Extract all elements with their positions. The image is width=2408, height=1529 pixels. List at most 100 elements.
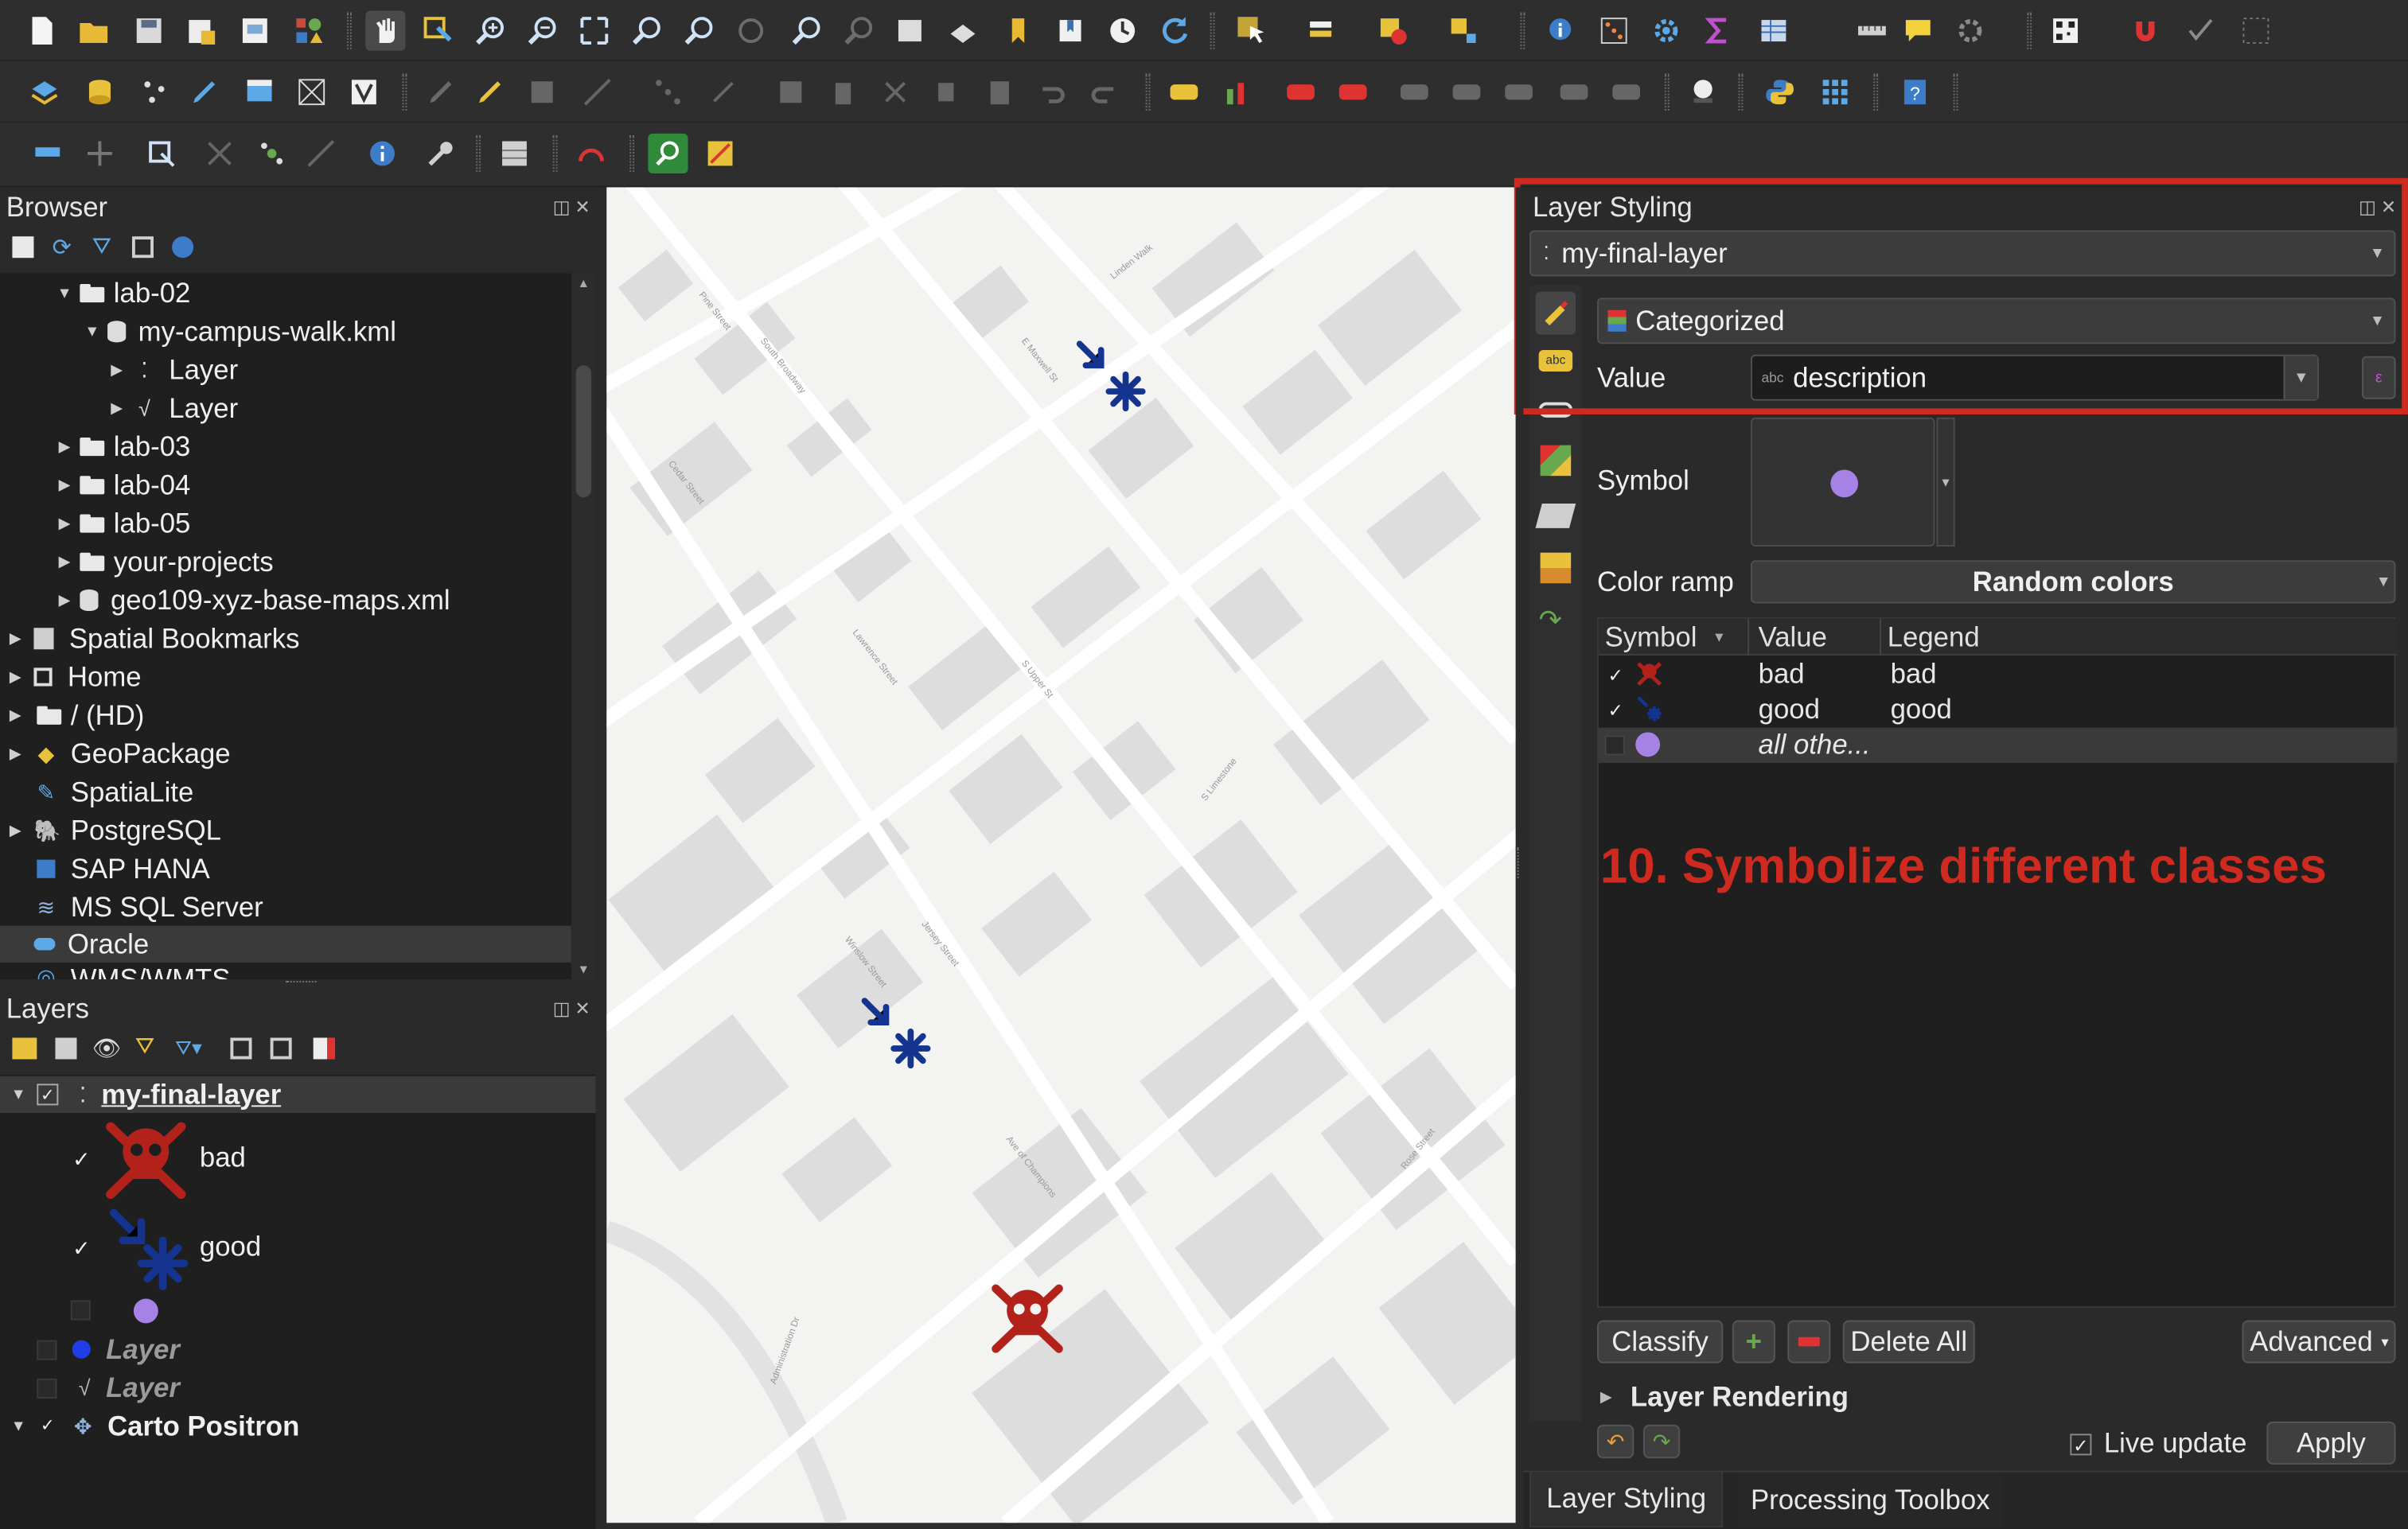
list-item[interactable]: ▶ lab-03 — [55, 428, 191, 465]
visibility-eye-icon[interactable]: 👁 — [92, 1035, 122, 1063]
vertical-splitter[interactable] — [1515, 187, 1524, 1529]
new-bookmark-icon[interactable] — [998, 11, 1038, 51]
delete-selected-icon[interactable] — [823, 72, 863, 112]
undo-icon[interactable] — [1032, 72, 1072, 112]
good-marker-icon[interactable] — [859, 994, 935, 1071]
browser-dock-buttons[interactable]: ◫✕ — [553, 196, 595, 218]
diagrams-tab-icon[interactable] — [1535, 503, 1576, 528]
filter-legend-icon[interactable]: ⛛ — [135, 1033, 154, 1060]
undo-history-tab-icon[interactable]: ↷ — [1539, 605, 1562, 637]
info-icon[interactable] — [362, 134, 402, 173]
label-tool-icon[interactable] — [1164, 72, 1204, 112]
layer-row-my-final-layer[interactable]: ▼ ✓ ⁚ my-final-layer — [0, 1076, 596, 1114]
bad-marker-icon[interactable] — [988, 1280, 1067, 1356]
qr-plugin-icon[interactable] — [2045, 11, 2085, 51]
list-item[interactable]: ▶ ◆ GeoPackage — [6, 735, 231, 772]
styling-dock-buttons[interactable]: ◫✕ — [2359, 196, 2401, 218]
list-item[interactable]: ▶ Home — [6, 659, 142, 695]
crosshair-icon[interactable] — [80, 134, 119, 173]
statistics-sum-icon[interactable] — [1698, 11, 1738, 51]
settings-gear-icon[interactable] — [1646, 11, 1686, 51]
list-item[interactable]: ◎ WMS/WMTS — [6, 964, 230, 979]
legend-item-all-other[interactable] — [0, 1293, 596, 1329]
add-database-layer-icon[interactable] — [80, 72, 119, 112]
paste-features-icon[interactable] — [980, 72, 1019, 112]
labels-tab-icon[interactable]: abc — [1538, 349, 1573, 372]
refresh-icon[interactable] — [1155, 11, 1194, 51]
layer-row-point[interactable]: Layer — [37, 1331, 180, 1368]
list-item[interactable]: ≋ MS SQL Server — [6, 889, 263, 925]
vertex-tool-icon[interactable] — [648, 72, 688, 112]
tab-layer-styling[interactable]: Layer Styling — [1529, 1472, 1724, 1528]
list-item[interactable]: ✎ SpatiaLite — [6, 774, 194, 811]
symbology-tab-icon[interactable] — [1535, 291, 1576, 335]
add-point-layer-icon[interactable] — [135, 72, 175, 112]
print-layout-icon[interactable] — [235, 11, 275, 51]
zoom-in-icon[interactable] — [470, 11, 510, 51]
map-canvas[interactable]: Pine Street South Broadway Cedar Street … — [606, 187, 1516, 1523]
layer-visibility-checkbox[interactable]: ✓ — [37, 1084, 59, 1106]
tab-processing-toolbox[interactable]: Processing Toolbox — [1738, 1472, 2003, 1528]
table-row[interactable]: ✓ good good — [1599, 692, 2397, 727]
pan-to-selection-icon[interactable] — [418, 11, 458, 51]
add-mesh-icon[interactable] — [292, 72, 332, 112]
style-manager-icon[interactable] — [289, 11, 329, 51]
list-item[interactable]: ▶ geo109-xyz-base-maps.xml — [55, 582, 450, 618]
move-label-icon[interactable] — [1447, 72, 1486, 112]
history-tab-icon[interactable] — [1540, 552, 1572, 584]
pin-labels-icon[interactable] — [1280, 72, 1320, 112]
class-checkbox[interactable]: ✓ — [71, 1237, 92, 1259]
list-item[interactable]: ▼ my-campus-walk.kml — [83, 313, 396, 350]
zoom-native-icon[interactable] — [731, 11, 771, 51]
annotation-icon[interactable] — [28, 134, 68, 173]
list-item[interactable]: ▶ lab-04 — [55, 467, 191, 504]
layer-visibility-checkbox[interactable] — [37, 1377, 57, 1398]
digitize-check-icon[interactable] — [2180, 11, 2220, 51]
save-as-icon[interactable] — [181, 11, 221, 51]
reshape-icon[interactable] — [301, 134, 341, 173]
good-marker-icon[interactable] — [1073, 338, 1150, 414]
live-update-checkbox[interactable]: ✓ Live update — [2070, 1428, 2246, 1461]
rotate-label-icon[interactable] — [1498, 72, 1538, 112]
redo-icon[interactable] — [1084, 72, 1124, 112]
undo-style-icon[interactable]: ↶ — [1596, 1424, 1635, 1459]
layer-row-line[interactable]: √ Layer — [37, 1369, 180, 1406]
geocoder-plugin-icon[interactable] — [1683, 72, 1723, 112]
measure-line-icon[interactable] — [1852, 11, 1892, 51]
collapse-all-icon[interactable] — [131, 236, 154, 259]
zoom-full-icon[interactable] — [575, 11, 614, 51]
class-checkbox[interactable] — [70, 1300, 91, 1321]
digitize-pen-icon[interactable] — [185, 72, 224, 112]
list-item[interactable]: ▶ ⁚ Layer — [107, 352, 238, 388]
layer-row-carto-positron[interactable]: ▼ ✓ ✥ Carto Positron — [10, 1408, 300, 1445]
layer-style-icon[interactable] — [12, 1037, 37, 1060]
map-tips-icon[interactable] — [1898, 11, 1938, 51]
label-properties-icon[interactable] — [1607, 72, 1646, 112]
list-item[interactable]: ▶ 🐘 PostgreSQL — [6, 812, 221, 849]
redo-style-icon[interactable]: ↷ — [1642, 1424, 1681, 1459]
list-item[interactable]: ▶ Spatial Bookmarks — [6, 621, 300, 657]
new-project-icon[interactable] — [21, 11, 61, 51]
table-row[interactable]: all othe... — [1598, 727, 2398, 764]
browser-scrollbar[interactable]: ▲ ▼ — [571, 273, 596, 980]
delete-all-button[interactable]: Delete All — [1842, 1320, 1975, 1364]
layer-select-dropdown[interactable]: ⁚ my-final-layer ▼ — [1529, 230, 2396, 277]
edit-pencil-disabled-icon[interactable] — [421, 72, 461, 112]
georeference-icon[interactable] — [142, 134, 181, 173]
symbol-button[interactable] — [1750, 417, 1935, 547]
search-plugin-icon[interactable] — [648, 133, 688, 174]
legend-item-bad[interactable]: ✓ bad — [0, 1118, 596, 1204]
row-checkbox[interactable]: ✓ — [1605, 665, 1627, 687]
expression-button[interactable]: ε — [2362, 356, 2396, 399]
column-header-value[interactable]: Value — [1759, 618, 1882, 656]
copy-features-icon[interactable] — [928, 72, 968, 112]
layer-visibility-checkbox[interactable]: ✓ — [37, 1415, 58, 1437]
list-item[interactable]: ▼ lab-02 — [55, 274, 190, 311]
quickmap-services-icon[interactable] — [700, 134, 740, 173]
classify-button[interactable]: Classify — [1596, 1320, 1724, 1364]
temporal-controller-icon[interactable] — [1103, 11, 1143, 51]
cut-features-icon[interactable] — [875, 72, 915, 112]
color-ramp-dropdown[interactable]: Random colors ▼ — [1750, 560, 2396, 604]
open-table-icon[interactable] — [1754, 11, 1794, 51]
zoom-to-selection-icon[interactable] — [626, 11, 666, 51]
